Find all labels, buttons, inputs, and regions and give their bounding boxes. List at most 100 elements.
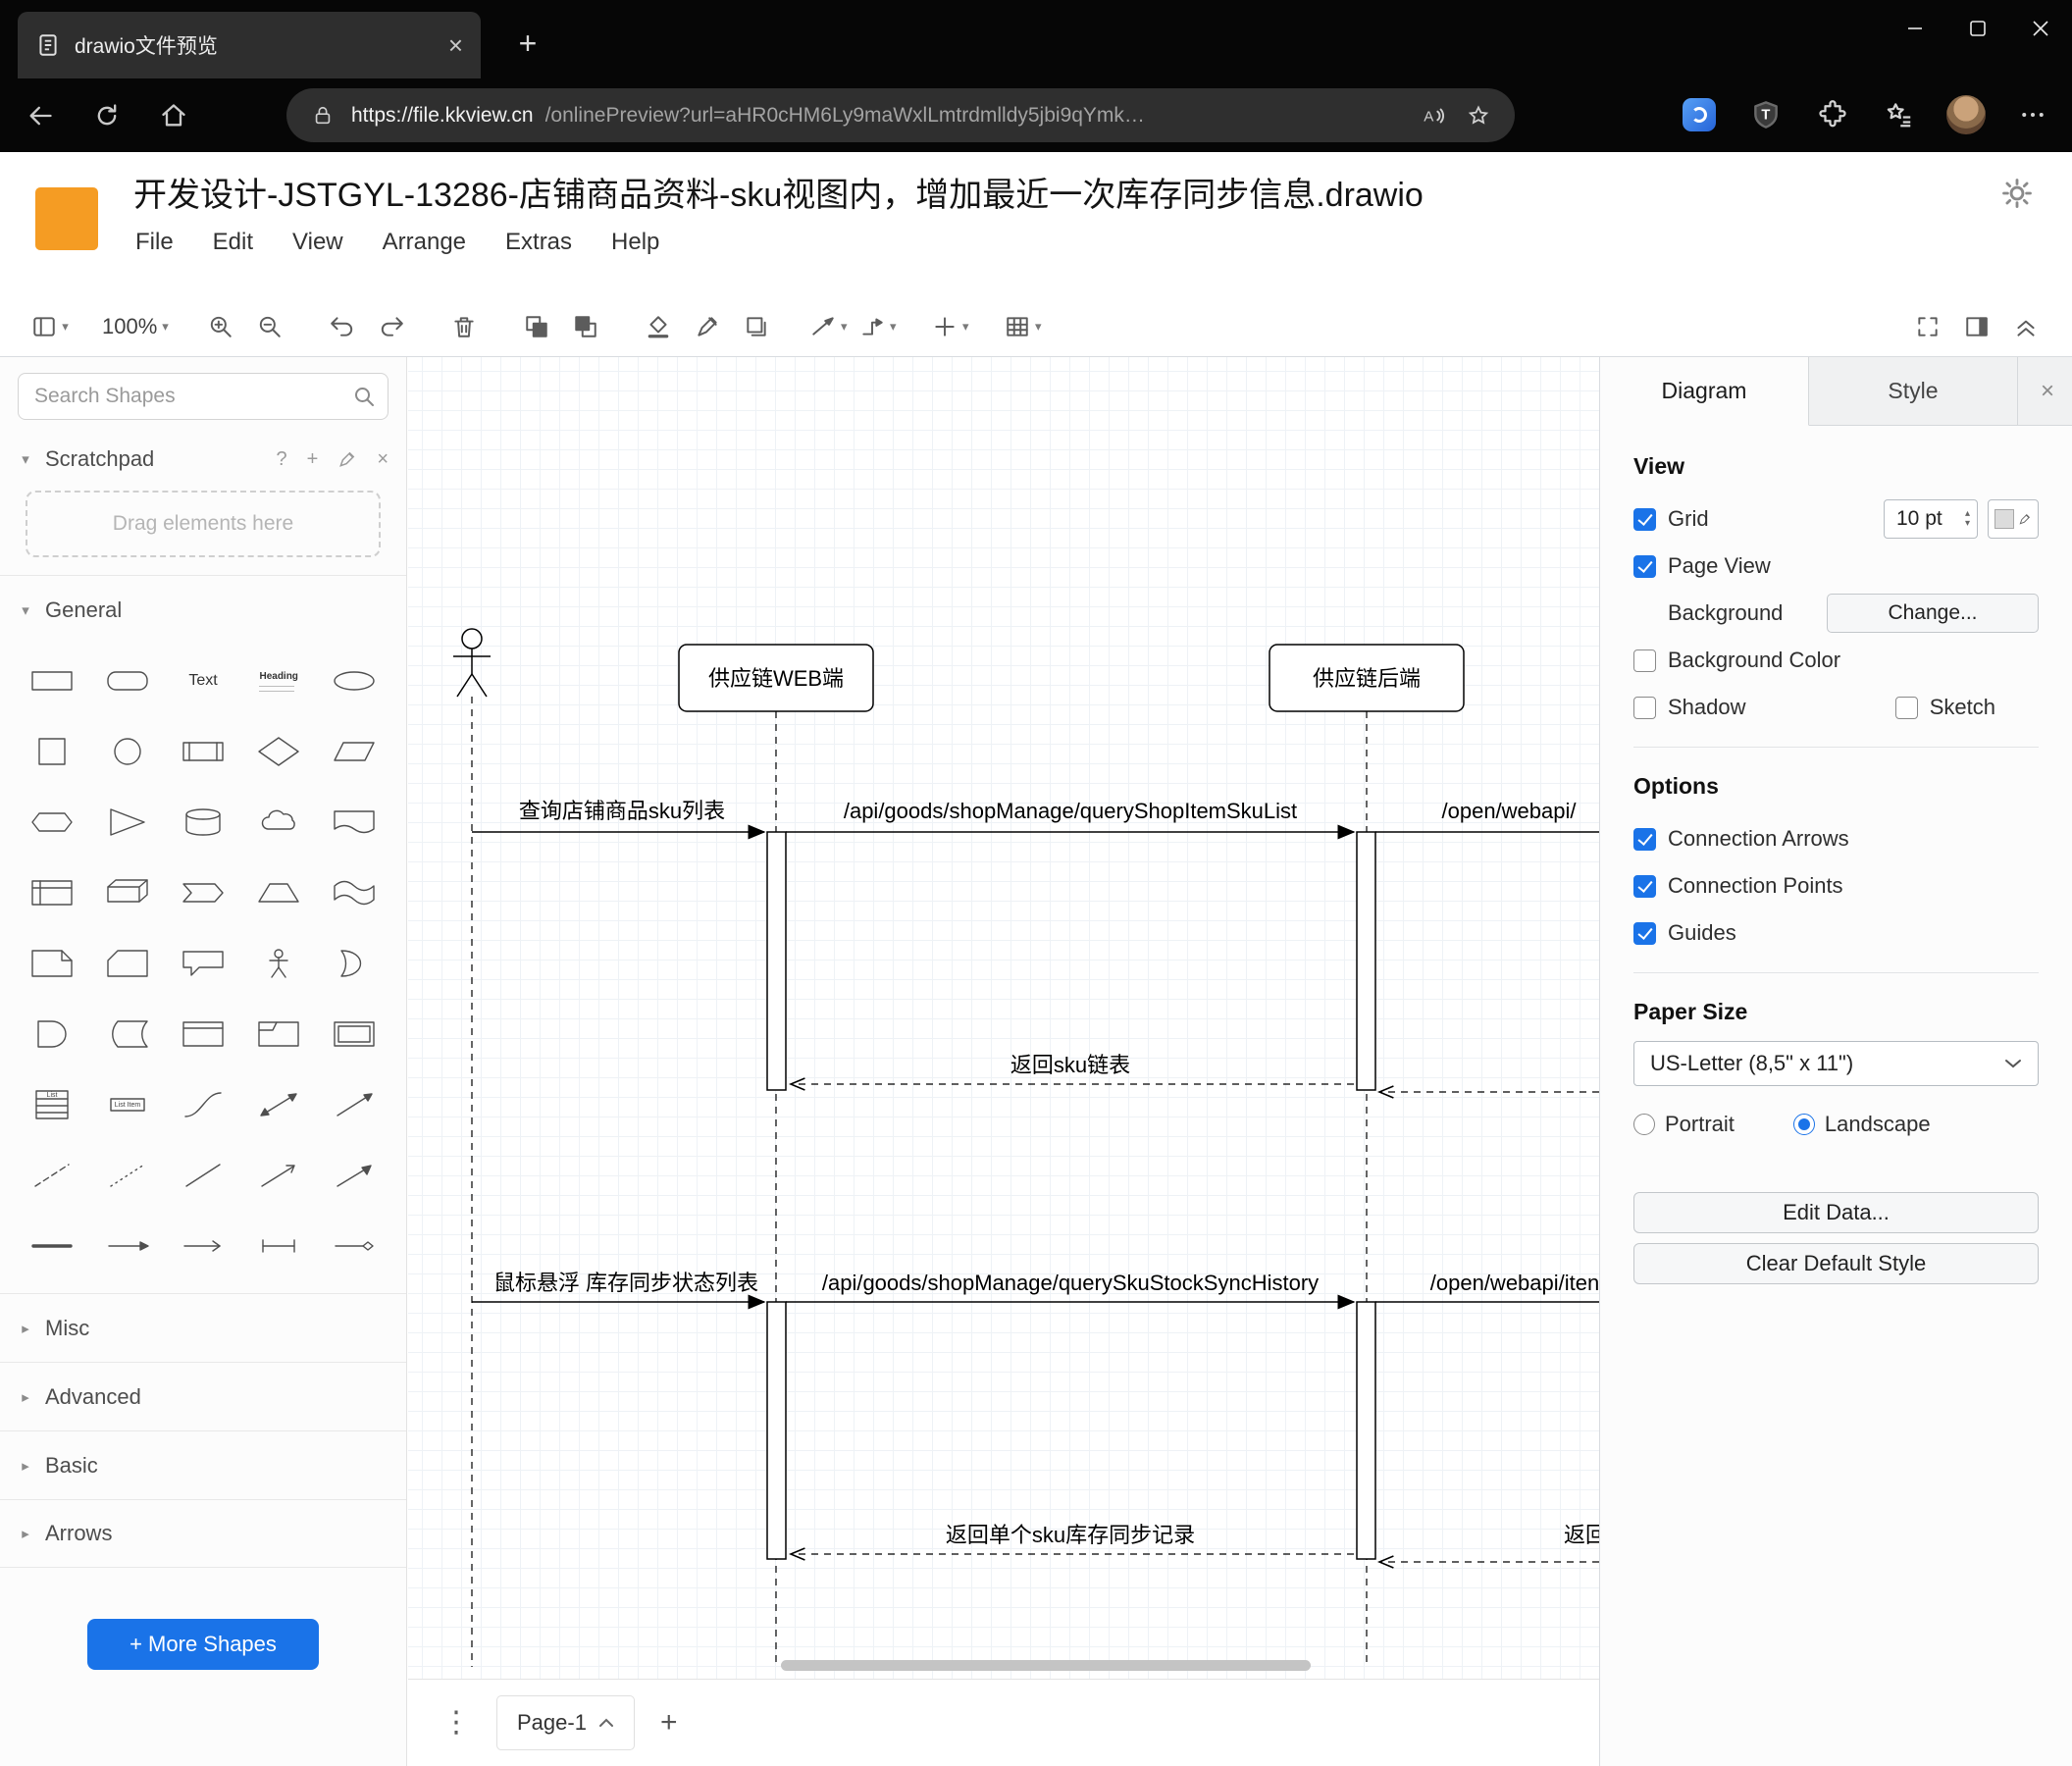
shape-bold-line[interactable] xyxy=(14,1219,89,1273)
more-shapes-button[interactable]: + More Shapes xyxy=(87,1619,319,1670)
shadow-checkbox[interactable] xyxy=(1633,696,1656,719)
tab-close-icon[interactable]: × xyxy=(448,32,463,58)
new-tab-button[interactable]: + xyxy=(506,22,549,65)
menu-view[interactable]: View xyxy=(292,229,343,256)
favorite-star-icon[interactable] xyxy=(1462,99,1495,132)
section-general[interactable]: ▾ General xyxy=(0,575,406,644)
shape-line[interactable] xyxy=(165,1148,240,1203)
grid-checkbox[interactable] xyxy=(1633,507,1656,531)
shape-trapezoid[interactable] xyxy=(241,865,317,920)
address-bar[interactable]: https://file.kkview.cn /onlinePreview?ur… xyxy=(286,88,1515,142)
waypoints-button[interactable]: ▾ xyxy=(857,304,899,349)
format-panel-close-icon[interactable]: × xyxy=(2041,378,2054,405)
connection-points-checkbox[interactable] xyxy=(1633,874,1656,898)
pages-menu-icon[interactable]: ⋮ xyxy=(441,1708,471,1738)
theme-toggle-button[interactable] xyxy=(1995,172,2039,215)
shape-cloud[interactable] xyxy=(241,795,317,850)
return-group-2[interactable]: 返回单个sku库存同步记录 返回 xyxy=(788,1523,1599,1569)
shape-dotted-line[interactable] xyxy=(89,1148,165,1203)
grid-color-button[interactable] xyxy=(1988,499,2039,539)
message-group-2[interactable]: 鼠标悬浮 库存同步状态列表 /api/goods/shopManage/quer… xyxy=(472,1271,1599,1310)
participant-box-backend[interactable]: 供应链后端 xyxy=(1269,644,1465,712)
read-aloud-icon[interactable]: A xyxy=(1417,99,1450,132)
landscape-radio[interactable] xyxy=(1792,1114,1815,1135)
activation-bars-2[interactable] xyxy=(766,1301,1376,1560)
shape-frame[interactable] xyxy=(241,1007,317,1062)
message-group-1[interactable]: 查询店铺商品sku列表 /api/goods/shopManage/queryS… xyxy=(472,799,1599,840)
shape-actor[interactable] xyxy=(241,936,317,991)
participant-box-web[interactable]: 供应链WEB端 xyxy=(678,644,874,712)
shape-cube[interactable] xyxy=(89,865,165,920)
fill-color-button[interactable] xyxy=(638,304,679,349)
shape-diamond[interactable] xyxy=(241,724,317,779)
shape-tape[interactable] xyxy=(317,865,392,920)
extensions-puzzle-icon[interactable] xyxy=(1813,95,1852,134)
zoom-level-dropdown[interactable]: 100% ▾ xyxy=(102,304,169,349)
activation-bars-1[interactable] xyxy=(766,831,1376,1091)
menu-arrange[interactable]: Arrange xyxy=(383,229,466,256)
guides-checkbox[interactable] xyxy=(1633,921,1656,945)
shield-t-extension-icon[interactable]: T xyxy=(1746,95,1786,134)
shape-double-rectangle[interactable] xyxy=(317,1007,392,1062)
shape-dashed-line[interactable] xyxy=(14,1148,89,1203)
shape-rectangle[interactable] xyxy=(14,653,89,708)
menu-file[interactable]: File xyxy=(135,229,174,256)
to-front-button[interactable] xyxy=(516,304,557,349)
grid-size-stepper[interactable]: ▴ ▾ xyxy=(1965,509,1970,529)
menu-help[interactable]: Help xyxy=(611,229,659,256)
shape-rounded-rectangle[interactable] xyxy=(89,653,165,708)
shadow-button[interactable] xyxy=(736,304,777,349)
paper-size-select[interactable]: US-Letter (8,5" x 11") xyxy=(1633,1041,2039,1086)
section-misc[interactable]: ▸ Misc xyxy=(0,1293,406,1362)
shape-arrow-open[interactable] xyxy=(241,1148,317,1203)
window-close-button[interactable] xyxy=(2009,0,2072,57)
shape-card[interactable] xyxy=(89,936,165,991)
page-view-checkbox[interactable] xyxy=(1633,554,1656,578)
redo-button[interactable] xyxy=(371,304,412,349)
menu-edit[interactable]: Edit xyxy=(213,229,253,256)
reload-button[interactable] xyxy=(80,89,133,142)
tab-style[interactable]: Style xyxy=(1809,357,2018,426)
section-arrows[interactable]: ▸ Arrows xyxy=(0,1499,406,1568)
shape-ellipse[interactable] xyxy=(317,653,392,708)
delete-button[interactable] xyxy=(443,304,485,349)
drawing-canvas[interactable]: 供应链WEB端 供应链后端 查询店铺商品sku列表 /api/goods/sho… xyxy=(408,357,1599,1679)
scratchpad-header[interactable]: ▾ Scratchpad ? + × xyxy=(0,432,406,487)
shape-triangle[interactable] xyxy=(89,795,165,850)
edit-data-button[interactable]: Edit Data... xyxy=(1633,1192,2039,1233)
line-color-button[interactable] xyxy=(687,304,728,349)
fullscreen-button[interactable] xyxy=(1907,304,1948,349)
background-change-button[interactable]: Change... xyxy=(1827,594,2039,633)
shape-hexagon[interactable] xyxy=(14,795,89,850)
home-button[interactable] xyxy=(147,89,200,142)
shape-list[interactable]: List xyxy=(14,1077,89,1132)
format-panel-toggle-button[interactable] xyxy=(1956,304,1997,349)
sketch-checkbox[interactable] xyxy=(1894,696,1918,719)
shape-or[interactable] xyxy=(317,936,392,991)
scratchpad-drop-area[interactable]: Drag elements here xyxy=(26,491,381,557)
shape-arrow-filled[interactable] xyxy=(317,1148,392,1203)
shape-square[interactable] xyxy=(14,724,89,779)
window-minimize-button[interactable] xyxy=(1884,0,1946,57)
copilot-icon[interactable] xyxy=(1680,95,1719,134)
horizontal-scrollbar[interactable] xyxy=(781,1660,1311,1671)
shape-callout[interactable] xyxy=(165,936,240,991)
scratchpad-help-icon[interactable]: ? xyxy=(277,448,287,471)
favorites-bar-icon[interactable] xyxy=(1880,95,1919,134)
shape-step[interactable] xyxy=(165,865,240,920)
add-page-button[interactable]: + xyxy=(660,1706,678,1740)
shape-horizontal-arrow-open[interactable] xyxy=(165,1219,240,1273)
back-button[interactable] xyxy=(14,89,67,142)
shape-curve[interactable] xyxy=(165,1077,240,1132)
shape-container[interactable] xyxy=(165,1007,240,1062)
zoom-out-button[interactable] xyxy=(249,304,290,349)
lifelines[interactable] xyxy=(471,697,1368,1667)
actor-figure[interactable] xyxy=(453,628,491,698)
shape-list-item[interactable]: List Item xyxy=(89,1077,165,1132)
scratchpad-close-icon[interactable]: × xyxy=(377,448,388,471)
shape-horizontal-arrow[interactable] xyxy=(89,1219,165,1273)
shape-and[interactable] xyxy=(14,1007,89,1062)
connection-arrows-checkbox[interactable] xyxy=(1633,827,1656,851)
grid-size-input[interactable]: 10 pt ▴ ▾ xyxy=(1884,499,1978,539)
shape-document[interactable] xyxy=(317,795,392,850)
